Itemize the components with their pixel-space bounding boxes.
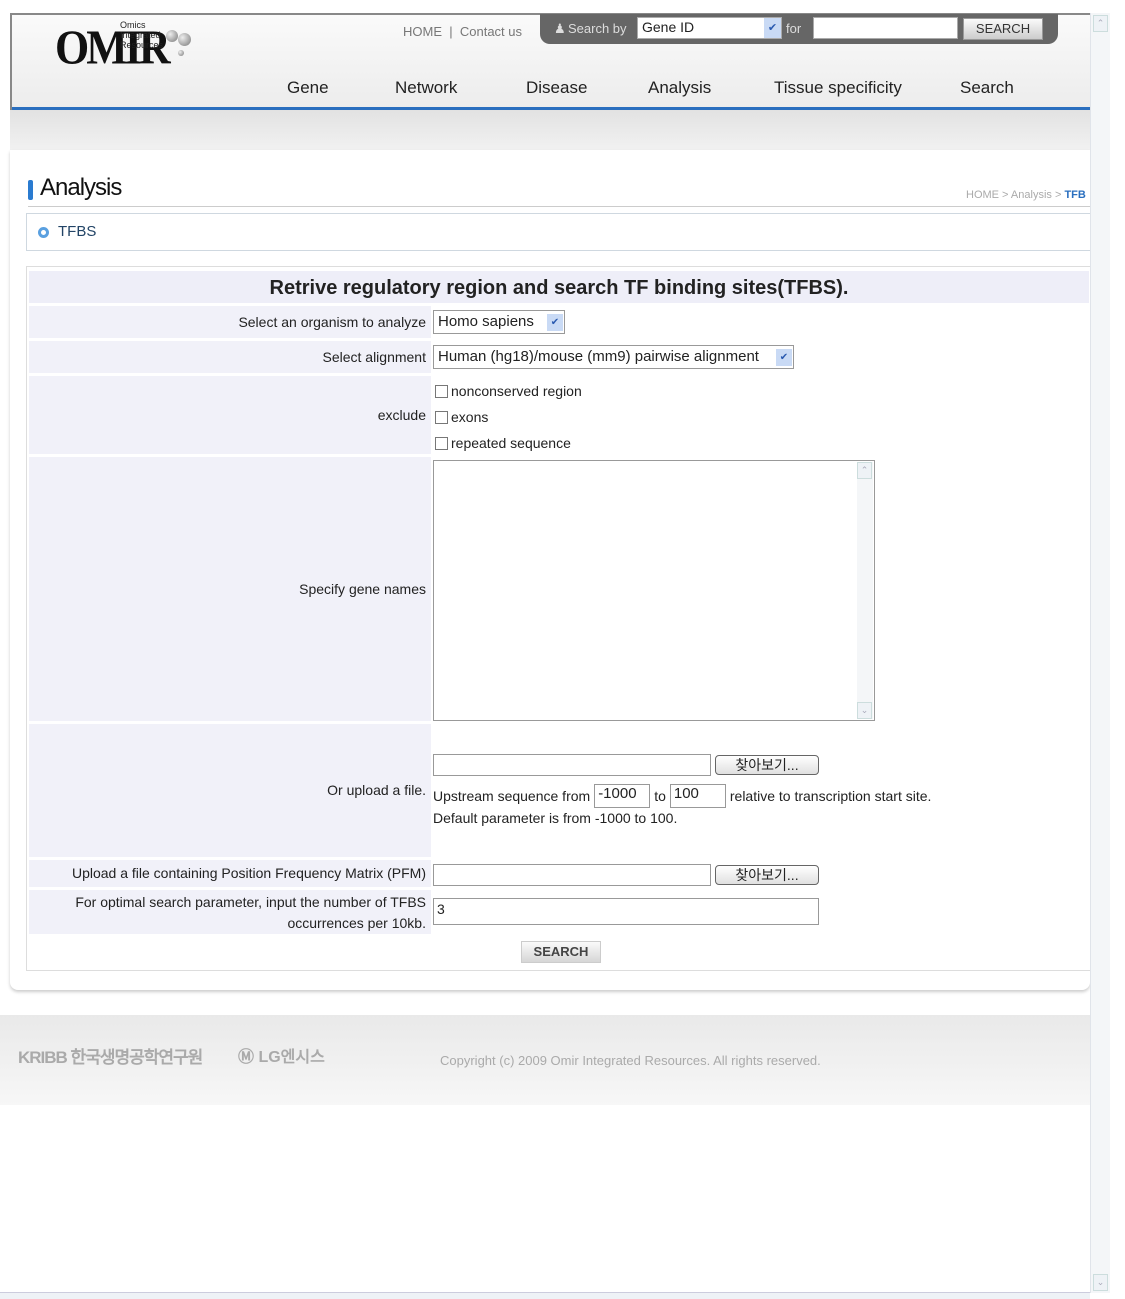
scroll-up-icon[interactable]: ⌃ — [857, 462, 872, 479]
breadcrumb: HOME > Analysis > TFB — [966, 189, 1086, 201]
search-button[interactable]: SEARCH — [963, 18, 1043, 40]
title-accent — [28, 180, 33, 200]
textarea-scrollbar[interactable]: ⌃ ⌄ — [857, 462, 873, 719]
gene-names-label: Specify gene names — [29, 457, 431, 721]
home-link[interactable]: HOME — [403, 24, 442, 39]
pfm-row: Upload a file containing Position Freque… — [29, 858, 1089, 887]
for-label: for — [786, 21, 802, 36]
tfbs-form: Retrive regulatory region and search TF … — [26, 266, 1090, 971]
scroll-up-icon[interactable]: ⌃ — [1093, 15, 1108, 32]
nav-gene[interactable]: Gene — [287, 78, 329, 98]
checkbox-label: nonconserved region — [451, 383, 582, 399]
checkbox-label: exons — [451, 409, 489, 425]
exclude-row: exclude nonconserved region exons repeat… — [29, 374, 1089, 454]
checkbox-label: repeated sequence — [451, 435, 571, 451]
search-by-select[interactable]: Gene ID ✔ — [637, 17, 782, 39]
horizontal-scrollbar[interactable] — [0, 1292, 1090, 1299]
exclude-repeated-checkbox[interactable]: repeated sequence — [435, 430, 1089, 456]
alignment-label: Select alignment — [29, 341, 431, 373]
chevron-down-icon[interactable]: ✔ — [776, 349, 792, 366]
molecule-icon — [166, 30, 178, 42]
occurrences-input[interactable]: 3 — [433, 898, 819, 925]
alignment-row: Select alignment Human (hg18)/mouse (mm9… — [29, 339, 1089, 373]
logo-line: Omics — [120, 20, 146, 30]
upload-label: Or upload a file. — [29, 724, 431, 857]
circle-bullet-icon — [38, 227, 49, 238]
chevron-down-icon[interactable]: ✔ — [547, 314, 563, 331]
checkbox[interactable] — [435, 384, 448, 398]
search-input[interactable] — [813, 17, 958, 39]
breadcrumb-path[interactable]: HOME > Analysis > — [966, 189, 1064, 201]
checkbox[interactable] — [435, 436, 448, 450]
upstream-line: Upstream sequence from -1000 to 100 rela… — [433, 784, 931, 808]
occurrences-label: For optimal search parameter, input the … — [29, 890, 431, 934]
upload-row: Or upload a file. 찾아보기... Upstream seque… — [29, 722, 1089, 857]
alignment-select[interactable]: Human (hg18)/mouse (mm9) pairwise alignm… — [433, 345, 794, 369]
section-header: TFBS — [26, 213, 1090, 251]
upload-file-input[interactable] — [433, 754, 711, 776]
lg-text: LG엔시스 — [258, 1049, 325, 1066]
molecule-icon — [178, 50, 184, 56]
occurrences-row: For optimal search parameter, input the … — [29, 888, 1089, 934]
nav-disease[interactable]: Disease — [526, 78, 587, 98]
alignment-value: Human (hg18)/mouse (mm9) pairwise alignm… — [438, 348, 759, 365]
checkbox[interactable] — [435, 410, 448, 424]
to-label: to — [654, 788, 666, 804]
default-note: Default parameter is from -1000 to 100. — [433, 810, 678, 826]
organism-value: Homo sapiens — [438, 313, 534, 330]
upstream-to-input[interactable]: 100 — [669, 784, 726, 808]
organism-row: Select an organism to analyze Homo sapie… — [29, 304, 1089, 338]
title-divider — [28, 206, 1090, 207]
exclude-nonconserved-checkbox[interactable]: nonconserved region — [435, 378, 1089, 404]
site-footer: KRIBB 한국생명공학연구원 Ⓜ LG엔시스 Copyright (c) 20… — [0, 1015, 1110, 1105]
chevron-down-icon[interactable]: ✔ — [764, 18, 781, 38]
submit-search-button[interactable]: SEARCH — [521, 941, 601, 963]
gene-names-row: Specify gene names ⌃ ⌄ — [29, 455, 1089, 721]
logo-line: Integrated — [120, 30, 161, 40]
nav-search[interactable]: Search — [960, 78, 1014, 98]
exclude-exons-checkbox[interactable]: exons — [435, 404, 1089, 430]
gene-names-textarea[interactable] — [433, 460, 875, 721]
scroll-down-icon[interactable]: ⌄ — [857, 702, 872, 719]
form-heading: Retrive regulatory region and search TF … — [29, 269, 1089, 303]
page-scrollbar[interactable]: ⌃ ⌄ — [1090, 13, 1110, 1293]
exclude-label: exclude — [29, 376, 431, 454]
organism-label: Select an organism to analyze — [29, 306, 431, 338]
nav-tissue-specificity[interactable]: Tissue specificity — [774, 78, 902, 98]
copyright: Copyright (c) 2009 Omir Integrated Resou… — [440, 1053, 821, 1068]
nav-analysis[interactable]: Analysis — [648, 78, 711, 98]
page-title: Analysis — [40, 174, 122, 201]
header-band — [10, 110, 1090, 152]
search-by-label: Search by — [568, 21, 627, 36]
logo-subtitle: Omics Integrated Resources — [120, 20, 163, 50]
molecule-icon — [178, 33, 191, 46]
logo-line: Resources — [120, 40, 164, 50]
upstream-prefix: Upstream sequence from — [433, 788, 591, 804]
upstream-from-input[interactable]: -1000 — [594, 784, 651, 808]
section-title: TFBS — [58, 223, 97, 240]
search-by-value: Gene ID — [642, 19, 695, 35]
top-links: HOME | Contact us — [403, 24, 522, 39]
global-search-bar: ♟ Search by Gene ID ✔ for SEARCH — [540, 14, 1058, 44]
separator: | — [445, 24, 457, 39]
pfm-label: Upload a file containing Position Freque… — [29, 860, 431, 887]
nav-network[interactable]: Network — [395, 78, 457, 98]
lg-logo[interactable]: Ⓜ LG엔시스 — [238, 1043, 325, 1067]
pfm-file-input[interactable] — [433, 864, 711, 886]
browse-button[interactable]: 찾아보기... — [715, 755, 819, 775]
kribb-logo[interactable]: KRIBB 한국생명공학연구원 — [18, 1043, 203, 1068]
pfm-browse-button[interactable]: 찾아보기... — [715, 865, 819, 885]
upstream-suffix: relative to transcription start site. — [729, 788, 932, 804]
search-icon: ♟ — [554, 21, 566, 36]
organism-select[interactable]: Homo sapiens ✔ — [433, 310, 565, 334]
scroll-down-icon[interactable]: ⌄ — [1093, 1274, 1108, 1291]
contact-link[interactable]: Contact us — [460, 24, 522, 39]
breadcrumb-current: TFB — [1064, 189, 1086, 201]
